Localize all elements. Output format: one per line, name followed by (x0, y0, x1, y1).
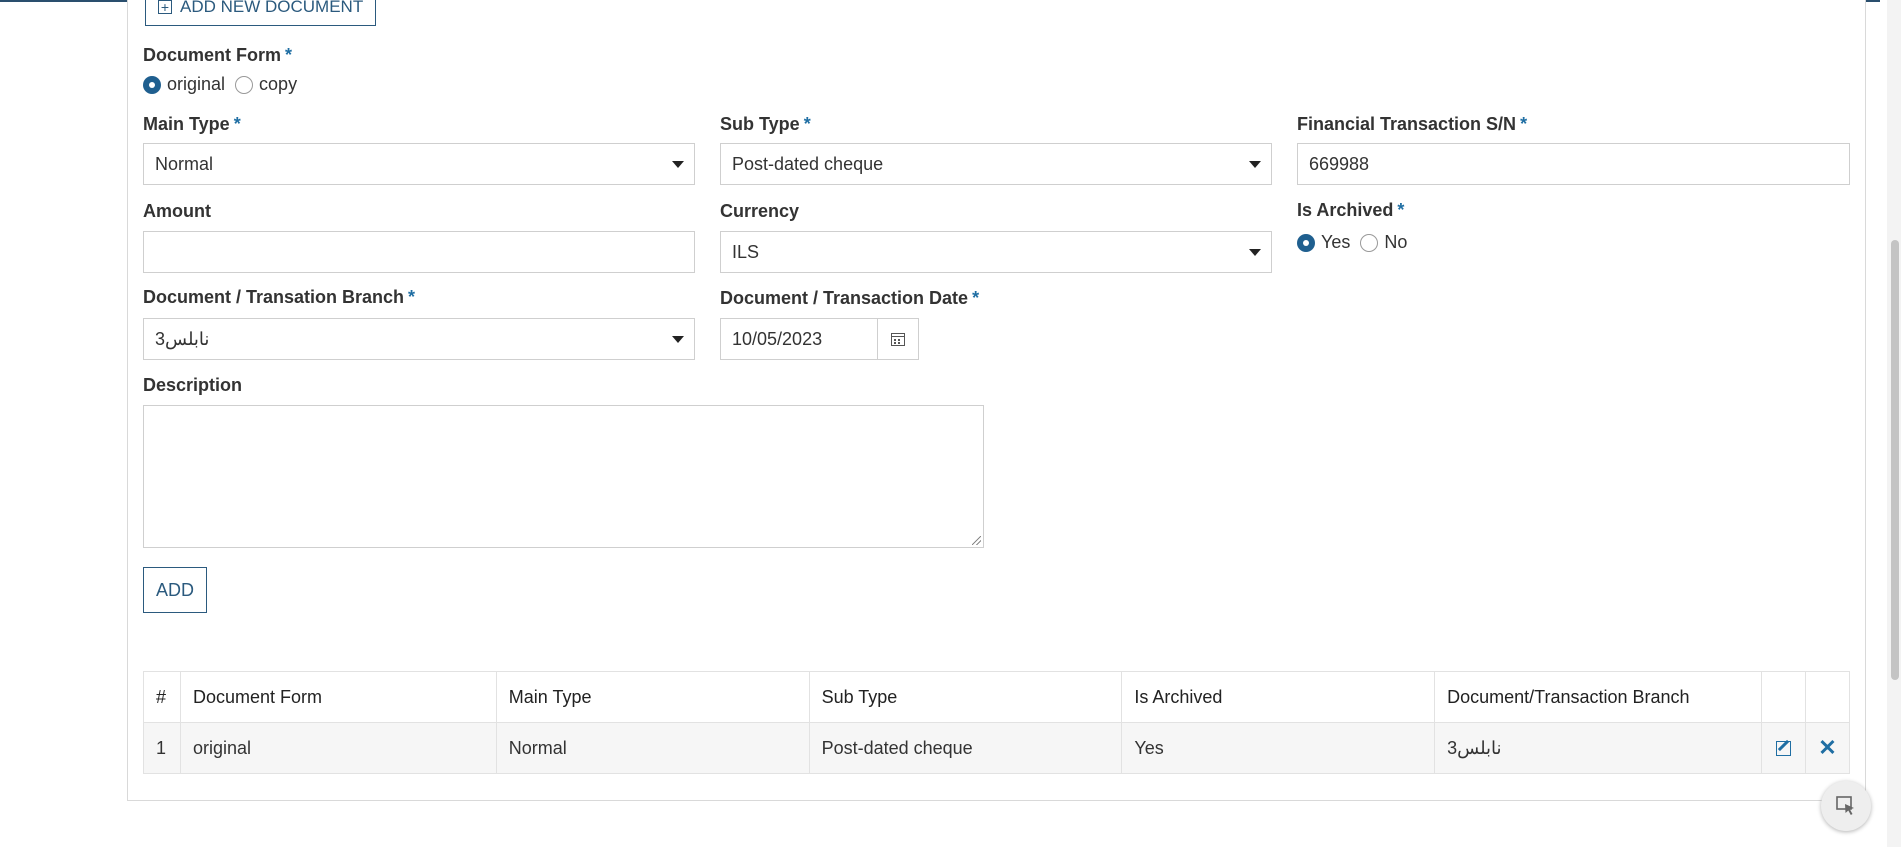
currency-label: Currency (720, 201, 799, 222)
add-button[interactable]: ADD (143, 567, 207, 613)
sub-type-label-text: Sub Type (720, 114, 800, 134)
currency-label-text: Currency (720, 201, 800, 221)
resize-handle-icon[interactable] (972, 536, 981, 545)
radio-yes-label[interactable]: Yes (1321, 232, 1350, 253)
transaction-date-input[interactable]: 10/05/2023 (720, 318, 878, 360)
edit-row-button[interactable] (1761, 722, 1806, 774)
required-mark: * (285, 45, 293, 65)
column-header-sub-type: Sub Type (808, 671, 1123, 723)
radio-original-label[interactable]: original (167, 74, 225, 95)
table-row: 1 original Normal Post-dated cheque Yes … (143, 722, 1851, 774)
main-type-value: Normal (155, 153, 214, 174)
delete-row-button[interactable]: ✕ (1804, 722, 1851, 774)
is-archived-label: Is Archived * (1297, 200, 1404, 221)
column-header-number: # (143, 671, 181, 723)
cell-is-archived: Yes (1121, 722, 1436, 774)
cell-branch: نابلس3 (1434, 722, 1762, 774)
scrollbar-thumb[interactable] (1891, 240, 1899, 680)
amount-input[interactable] (143, 231, 695, 273)
transaction-date-value: 10/05/2023 (732, 328, 823, 349)
radio-copy[interactable] (235, 75, 254, 94)
column-header-main-type: Main Type (495, 671, 810, 723)
description-label-text: Description (143, 375, 243, 395)
financial-sn-value: 669988 (1309, 153, 1370, 174)
plus-square-icon: + (158, 0, 172, 14)
column-header-branch: Document/Transaction Branch (1434, 671, 1762, 723)
scrollbar[interactable] (1887, 0, 1901, 847)
chevron-down-icon (1249, 161, 1261, 168)
document-form-label-text: Document Form (143, 45, 282, 65)
is-archived-label-text: Is Archived (1297, 200, 1394, 220)
floating-action-button[interactable] (1821, 781, 1871, 831)
sub-type-value: Post-dated cheque (732, 153, 884, 174)
chevron-down-icon (672, 161, 684, 168)
radio-yes[interactable] (1297, 233, 1315, 252)
chevron-down-icon (1249, 249, 1261, 256)
document-form-radio-group: original copy (143, 74, 307, 95)
financial-sn-input[interactable]: 669988 (1297, 143, 1850, 185)
branch-label-text: Document / Transation Branch (143, 287, 405, 307)
branch-value: نابلس3 (155, 328, 210, 349)
add-new-document-button[interactable]: + ADD NEW DOCUMENT (145, 0, 377, 26)
document-form-label: Document Form * (143, 45, 292, 66)
required-mark: * (408, 287, 416, 307)
column-header-is-archived: Is Archived (1121, 671, 1436, 723)
required-mark: * (1520, 114, 1528, 134)
required-mark: * (233, 114, 241, 134)
cell-main-type: Normal (495, 722, 810, 774)
currency-value: ILS (732, 241, 760, 262)
sub-type-label: Sub Type * (720, 114, 811, 135)
currency-select[interactable]: ILS (720, 231, 1272, 273)
close-icon: ✕ (1818, 734, 1837, 760)
calendar-icon (891, 332, 905, 346)
description-label: Description (143, 375, 242, 396)
amount-label: Amount (143, 201, 211, 222)
is-archived-radio-group: Yes No (1297, 232, 1417, 253)
cell-document-form: original (179, 722, 497, 774)
financial-sn-label-text: Financial Transaction S/N (1297, 114, 1517, 134)
column-header-document-form: Document Form (179, 671, 497, 723)
radio-no-label[interactable]: No (1384, 232, 1407, 253)
required-mark: * (1397, 200, 1405, 220)
description-textarea[interactable] (143, 405, 984, 548)
cell-number: 1 (143, 722, 181, 774)
amount-label-text: Amount (143, 201, 211, 221)
sub-type-select[interactable]: Post-dated cheque (720, 143, 1272, 185)
documents-table: # Document Form Main Type Sub Type Is Ar… (143, 671, 1851, 774)
main-type-select[interactable]: Normal (143, 143, 695, 185)
financial-sn-label: Financial Transaction S/N * (1297, 114, 1527, 135)
transaction-date-label-text: Document / Transaction Date (720, 288, 969, 308)
main-type-label-text: Main Type (143, 114, 230, 134)
cell-sub-type: Post-dated cheque (808, 722, 1123, 774)
main-type-label: Main Type * (143, 114, 241, 135)
column-header-delete (1804, 671, 1851, 723)
transaction-date-label: Document / Transaction Date * (720, 288, 979, 309)
radio-original[interactable] (143, 75, 161, 94)
table-header-row: # Document Form Main Type Sub Type Is Ar… (143, 671, 1851, 723)
cursor-select-icon (1836, 796, 1854, 815)
column-header-edit (1761, 671, 1806, 723)
calendar-button[interactable] (877, 318, 919, 360)
add-new-document-label: ADD NEW DOCUMENT (180, 0, 364, 16)
chevron-down-icon (672, 336, 684, 343)
edit-icon (1775, 741, 1791, 757)
branch-select[interactable]: نابلس3 (143, 318, 695, 360)
radio-no[interactable] (1360, 233, 1379, 252)
required-mark: * (803, 114, 811, 134)
radio-copy-label[interactable]: copy (259, 74, 297, 95)
branch-label: Document / Transation Branch * (143, 287, 415, 308)
required-mark: * (972, 288, 980, 308)
